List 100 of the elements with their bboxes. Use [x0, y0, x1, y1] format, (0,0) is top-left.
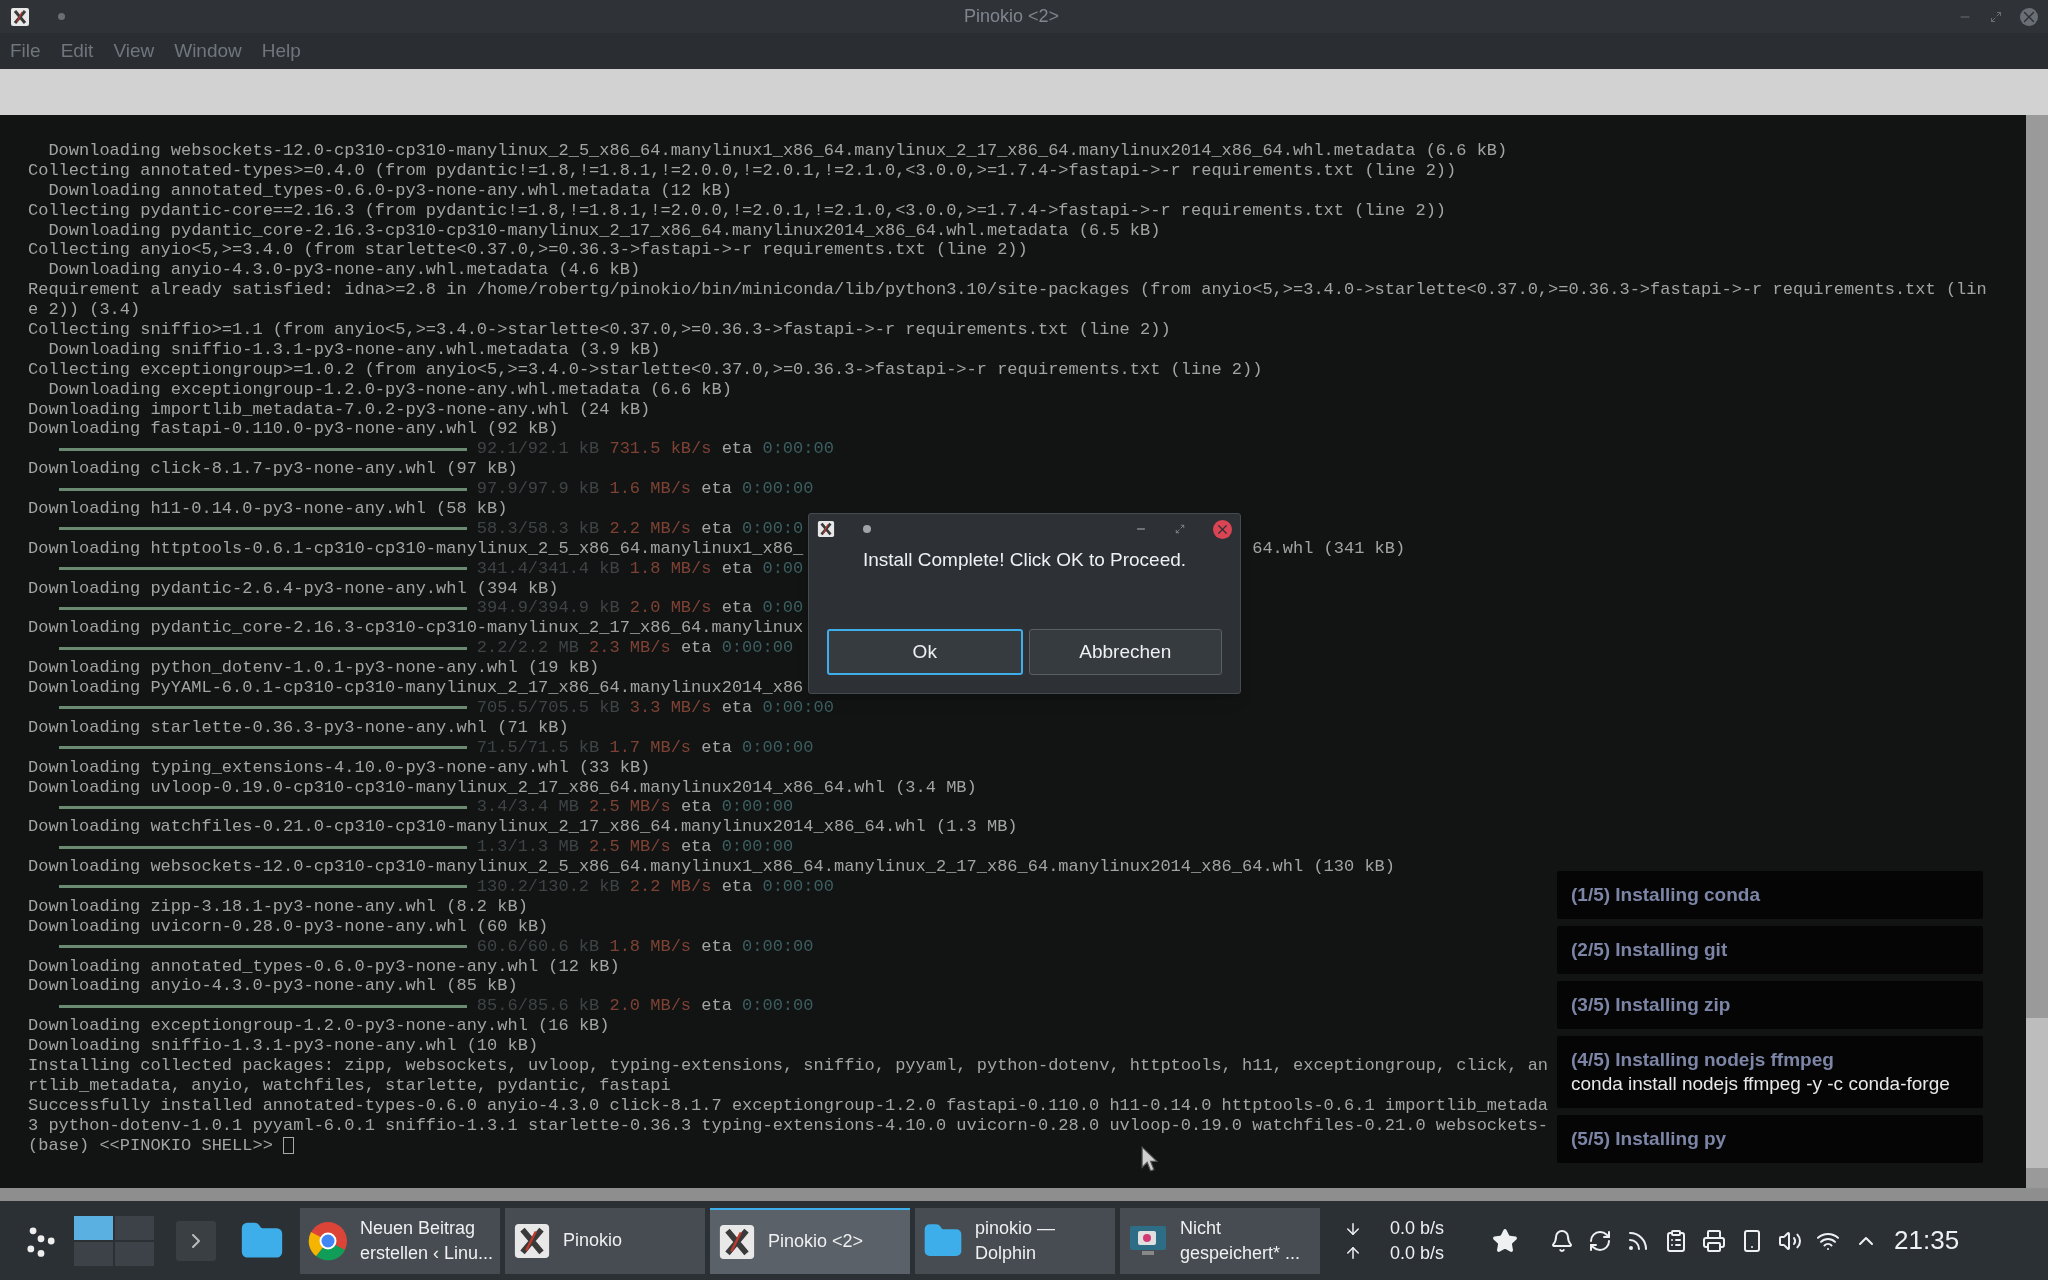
task-button[interactable]: pinokio — Dolphin: [915, 1207, 1115, 1274]
dialog-button[interactable]: Abbrechen: [1028, 629, 1222, 675]
eta-time: 0:00:00: [742, 479, 814, 500]
scrollbar-thumb[interactable]: [2026, 1018, 2048, 1168]
step-title: (2/5) Installing git: [1571, 938, 1729, 962]
update-icon[interactable]: [1588, 1228, 1613, 1253]
close-icon[interactable]: [1213, 519, 1232, 539]
terminal-line: rtlib_metadata, anyio, watchfiles, starlette, pydantic, fastapi: [28, 1075, 671, 1095]
task-label: Pinokio: [563, 1229, 623, 1252]
eta-label: eta: [680, 837, 712, 858]
terminal-line: Successfully installed annotated-types-0.6.0 anyio-4.3.0 click-8.1.7 exceptiongroup-1.2.0 fastapi-0.110.0 h11-0.14.0 httptools-0.6.1 importlib_metada: [28, 1095, 1549, 1115]
task-label: Pinokio <2>: [768, 1230, 864, 1253]
eta-label: eta: [701, 518, 732, 539]
terminal-line: Downloading pydantic_core-2.16.3-cp310-cp310-manylinux_2_17_x86_64.manylinux: [28, 618, 804, 638]
step-title: (1/5) Installing conda: [1571, 883, 1761, 907]
terminal-line: Downloading websockets-12.0-cp310-cp310-manylinux_2_5_x86_64.manylinux1_x86_64.manylinux_2_17_x86_64.manylinux2014_x86_64.whl (130 kB): [28, 857, 1396, 877]
transfer-speed: 2.2 MB/s: [609, 518, 692, 539]
eta-label: eta: [721, 697, 753, 718]
transfer-speed: 1.7 MB/s: [609, 737, 692, 758]
eta-label: eta: [721, 876, 753, 897]
upload-speed: 0.0 b/s: [1390, 1241, 1445, 1265]
terminal-line: Downloading watchfiles-0.21.0-cp310-cp310-manylinux_2_17_x86_64.manylinux2014_x86_64.whl (1.3 MB): [28, 817, 1018, 837]
window-title: Pinokio <2>: [963, 5, 1060, 28]
transfer-speed: 1.6 MB/s: [609, 479, 692, 500]
terminal-line: Downloading click-8.1.7-py3-none-any.whl (97 kB): [28, 459, 518, 479]
terminal-line: Collecting pydantic-core==2.16.3 (from pydantic!=1.8,!=1.8.1,!=2.0.0,!=2.0.1,!=2.1.0,<3.0.0,>=1.7.4->fastapi->-r requirements.txt (line 2)): [28, 200, 1447, 220]
star-icon[interactable]: [1492, 1227, 1519, 1254]
task-button[interactable]: Pinokio: [505, 1207, 705, 1274]
eta-time: 0:00:00: [721, 797, 794, 818]
eta-label: eta: [721, 598, 753, 619]
terminal-line: 3 python-dotenv-1.0.1 pyyaml-6.0.1 sniffio-1.3.1 starlette-0.36.3 typing-extensions-4.10.0 uvicorn-0.28.0 uvloop-0.19.0 watchfiles-0.21.0 websockets-: [28, 1115, 1549, 1135]
step-title: (3/5) Installing zip: [1571, 993, 1732, 1017]
terminal-line: Installing collected packages: zipp, websockets, uvloop, typing-extensions, sniffio, pyyaml, python-dotenv, httptools, h11, exceptiongroup, click, an: [28, 1055, 1549, 1075]
transfer-speed: 3.3 MB/s: [629, 697, 712, 718]
browser-icon: [308, 1220, 348, 1261]
pin-icon: [58, 13, 65, 20]
terminal-line: Downloading fastapi-0.110.0-py3-none-any.whl (92 kB): [28, 419, 559, 439]
maximize-icon[interactable]: [1175, 524, 1185, 534]
text-cursor: [283, 1136, 295, 1154]
desktop-pager[interactable]: [74, 1215, 154, 1266]
terminal-line: Downloading starlette-0.36.3-py3-none-any.whl (71 kB): [28, 717, 569, 737]
app-icon: [513, 1221, 551, 1260]
eta-label: eta: [721, 439, 753, 460]
mouse-cursor-icon: [1141, 1146, 1159, 1173]
scrollbar[interactable]: [2026, 115, 2048, 1188]
transfer-speed: 2.0 MB/s: [609, 996, 692, 1017]
terminal-line: Downloading pydantic-2.6.4-py3-none-any.whl (394 kB): [28, 578, 559, 598]
terminal-line: Downloading zipp-3.18.1-py3-none-any.whl (8.2 kB): [28, 896, 528, 916]
eta-label: eta: [701, 936, 732, 957]
step-command: conda install nodejs ffmpeg -y -c conda-forge: [1571, 1072, 1951, 1096]
step-title: (4/5) Installing nodejs ffmpeg: [1571, 1048, 1835, 1072]
transfer-speed: 1.8 MB/s: [629, 558, 712, 579]
terminal-icon[interactable]: [176, 1220, 216, 1261]
dialog-message: Install Complete! Click OK to Proceed.: [862, 548, 1187, 572]
terminal-line: Collecting sniffio>=1.1 (from anyio<5,>=3.4.0->starlette<0.37.0,>=0.36.3->fastapi->-r requirements.txt (line 2)): [28, 320, 1171, 339]
terminal-line: 64.whl (341 kB): [1252, 538, 1406, 559]
transfer-speed: 1.8 MB/s: [609, 936, 692, 957]
task-label: Neuen Beitrag erstellen ‹ Linu...: [360, 1216, 494, 1265]
terminal-line: Downloading importlib_metadata-7.0.2-py3-none-any.whl (24 kB): [28, 399, 651, 419]
task-label: pinokio — Dolphin: [975, 1216, 1056, 1265]
eta-label: eta: [680, 638, 712, 659]
close-icon[interactable]: [2020, 7, 2038, 26]
terminal-line: Downloading pydantic_core-2.16.3-cp310-cp310-manylinux_2_17_x86_64.manylinux2014_x86_64.whl.metadata (6.5 kB): [47, 220, 1161, 240]
terminal-line: Downloading PyYAML-6.0.1-cp310-cp310-manylinux_2_17_x86_64.manylinux2014_x86: [28, 678, 804, 698]
terminal-line: e 2)) (3.4): [28, 300, 141, 320]
terminal-line: Downloading anyio-4.3.0-py3-none-any.whl.metadata (4.6 kB): [47, 260, 641, 280]
terminal-line: Collecting annotated-types>=0.4.0 (from pydantic!=1.8,!=1.8.1,!=2.0.0,!=2.0.1,!=2.1.0,<3.0.0,>=1.7.4->fastapi->-r requirements.txt (line 2)): [28, 160, 1457, 180]
eta-time: 0:00:00: [762, 439, 834, 460]
transfer-speed: 2.5 MB/s: [589, 837, 671, 858]
maximize-icon[interactable]: [1990, 10, 2002, 23]
eta-time: 0:00:00: [742, 996, 814, 1017]
terminal-line: Downloading typing_extensions-4.10.0-py3-none-any.whl (33 kB): [28, 757, 651, 777]
terminal-line: Downloading sniffio-1.3.1-py3-none-any.whl.metadata (3.9 kB): [47, 339, 661, 359]
clock[interactable]: 21:35: [1894, 1221, 1960, 1260]
terminal-line: Downloading websockets-12.0-cp310-cp310-manylinux_2_5_x86_64.manylinux1_x86_64.manylinux_2_17_x86_64.manylinux2014_x86_64.whl.metadata (6.6 kB): [47, 141, 1508, 160]
terminal-line: Downloading httptools-0.6.1-cp310-cp310-manylinux_2_5_x86_64.manylinux1_x86_: [28, 538, 804, 558]
task-button[interactable]: Nicht gespeichert* ...: [1120, 1207, 1320, 1274]
eta-label: eta: [701, 479, 732, 500]
terminal-line: Downloading annotated_types-0.6.0-py3-none-any.whl.metadata (12 kB): [47, 180, 732, 200]
eta-label: eta: [680, 797, 712, 818]
app-icon: [718, 1222, 756, 1261]
eta-label: eta: [701, 737, 732, 758]
pin-icon: [863, 525, 871, 533]
terminal-line: Downloading uvloop-0.19.0-cp310-cp310-manylinux_2_17_x86_64.manylinux2014_x86_64.whl (3.4 MB): [28, 777, 977, 797]
task-label: Nicht gespeichert* ...: [1180, 1216, 1301, 1265]
terminal-line: Requirement already satisfied: idna>=2.8 in /home/robertg/pinokio/bin/miniconda/lib/python3.10/site-packages (from anyio<5,>=3.4.0->starlette<0.37.0,>=0.36.3->fastapi->-r requirements.txt (lin: [28, 280, 1987, 300]
printer-icon[interactable]: [1702, 1228, 1727, 1253]
eta-time: 0:00:00: [762, 697, 834, 718]
terminal-line: Downloading annotated_types-0.6.0-py3-none-any.whl (12 kB): [28, 956, 620, 976]
download-speed: 0.0 b/s: [1390, 1216, 1445, 1240]
task-button[interactable]: Neuen Beitrag erstellen ‹ Linu...: [300, 1207, 500, 1274]
eta-time: 0:00:00: [721, 638, 794, 659]
transfer-speed: 2.2 MB/s: [629, 876, 712, 897]
notification-icon[interactable]: [1550, 1228, 1575, 1253]
eta-time: 0:00: [762, 598, 804, 619]
task-button[interactable]: Pinokio <2>: [710, 1207, 910, 1274]
dialog-button[interactable]: Ok: [827, 629, 1023, 675]
eta-label: eta: [701, 996, 732, 1017]
terminal-line: Downloading python_dotenv-1.0.1-py3-none-any.whl (19 kB): [28, 658, 600, 678]
terminal-line: Downloading uvicorn-0.28.0-py3-none-any.whl (60 kB): [28, 916, 549, 936]
